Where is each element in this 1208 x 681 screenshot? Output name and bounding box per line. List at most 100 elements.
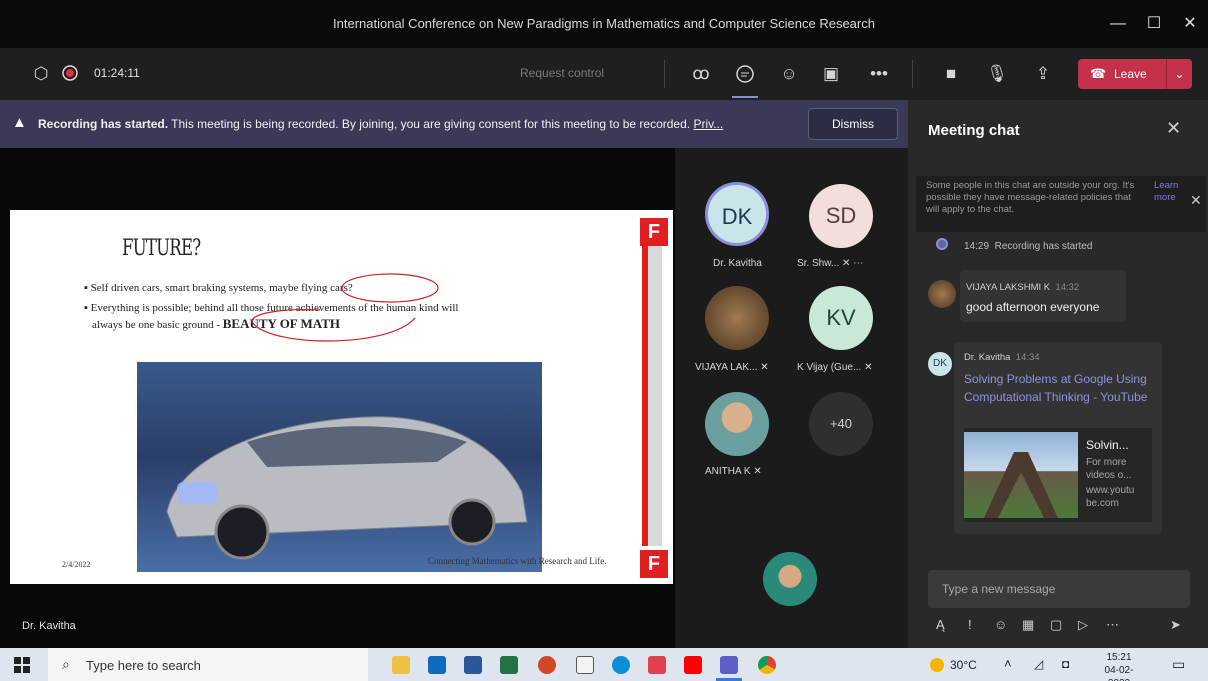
- volume-icon[interactable]: ◘: [1062, 657, 1069, 671]
- maximize-icon[interactable]: ☐: [1142, 12, 1166, 36]
- temperature[interactable]: 30°C: [950, 658, 977, 672]
- gif-icon[interactable]: ▦: [1022, 617, 1034, 633]
- title-bar: International Conference on New Paradigm…: [0, 0, 1208, 48]
- learn-more-link[interactable]: Learn more: [1154, 180, 1186, 204]
- close-chat-icon[interactable]: ✕: [1166, 118, 1181, 139]
- system-text: Recording has started: [994, 241, 1093, 252]
- format-icon[interactable]: Ą: [936, 617, 945, 632]
- powerpoint-icon[interactable]: [538, 656, 556, 674]
- notice-text: Some people in this chat are outside you…: [926, 180, 1135, 215]
- close-notice-icon[interactable]: ✕: [1190, 192, 1202, 209]
- avatar[interactable]: SD: [809, 184, 873, 248]
- link-preview-card[interactable]: Solvin... For more videos o... www.youtu…: [964, 428, 1152, 522]
- chat-icon[interactable]: [732, 61, 758, 87]
- message-link[interactable]: Solving Problems at Google Using Computa…: [964, 370, 1156, 406]
- window-title: International Conference on New Paradigm…: [333, 16, 875, 31]
- clock[interactable]: 15:21 04-02-2022: [1094, 651, 1144, 681]
- participant-name: Sr. Shw... ✕ ⋯: [797, 258, 863, 269]
- chat-message: Dr. Kavitha 14:34 Solving Problems at Go…: [954, 342, 1162, 534]
- excel-icon[interactable]: [500, 656, 518, 674]
- phone-hangup-icon: ☎: [1090, 66, 1107, 81]
- avatar[interactable]: [705, 286, 769, 350]
- priority-icon[interactable]: !: [968, 617, 972, 632]
- sticker-icon[interactable]: ▢: [1050, 617, 1062, 633]
- request-control-button[interactable]: Request control: [520, 66, 604, 80]
- avatar[interactable]: DK: [705, 182, 769, 246]
- concept-car-image: [137, 362, 542, 572]
- close-window-icon[interactable]: ✕: [1178, 12, 1202, 36]
- more-participants-badge[interactable]: +40: [809, 392, 873, 456]
- windows-taskbar: ⌕ Type here to search 30°C ˄ ◿ ◘ 15:21 0…: [0, 648, 1208, 681]
- participants-gallery: DK Dr. Kavitha SD Sr. Shw... ✕ ⋯ VIJAYA …: [675, 148, 908, 648]
- news-icon[interactable]: [648, 656, 666, 674]
- preview-title: Solvin...: [1086, 438, 1129, 452]
- meeting-toolbar: ⬡ 01:24:11 Request control ꝏ ☺ ▣ ••• ■ 🎙…: [0, 48, 1208, 100]
- banner-bold: Recording has started.: [38, 117, 169, 131]
- banner-body: This meeting is being recorded. By joini…: [171, 117, 691, 131]
- dismiss-button[interactable]: Dismiss: [808, 108, 898, 140]
- send-icon[interactable]: ➤: [1170, 617, 1181, 633]
- network-icon[interactable]: ◿: [1034, 657, 1043, 671]
- participant-name-text: ANITHA K: [705, 466, 751, 477]
- reactions-icon[interactable]: ☺: [776, 61, 802, 87]
- teams-icon[interactable]: [720, 656, 738, 674]
- toolbar-divider: [664, 60, 665, 88]
- slide-footer: Connecting Mathematics with Research and…: [428, 556, 607, 566]
- avatar[interactable]: KV: [809, 286, 873, 350]
- more-actions-icon[interactable]: ⋯: [1106, 617, 1119, 633]
- clock-time: 15:21: [1106, 652, 1132, 663]
- participant-name-text: K Vijay (Gue...: [797, 362, 862, 373]
- praise-icon[interactable]: ▷: [1078, 617, 1088, 633]
- message-header: VIJAYA LAKSHMI K 14:32: [966, 282, 1079, 293]
- shared-slide: FUTURE? ▪ Self driven cars, smart brakin…: [10, 210, 673, 584]
- message-time: 14:34: [1015, 352, 1040, 363]
- people-icon[interactable]: ꝏ: [688, 61, 714, 87]
- wordpad-icon[interactable]: [576, 656, 594, 674]
- edge-icon[interactable]: [612, 656, 630, 674]
- weather-icon[interactable]: [930, 658, 944, 672]
- chevron-up-icon[interactable]: ˄: [1004, 656, 1012, 671]
- mic-off-icon: ✕: [753, 466, 762, 477]
- word-icon[interactable]: [464, 656, 482, 674]
- youtube-icon[interactable]: [684, 656, 702, 674]
- leave-options-chevron-icon[interactable]: ⌄: [1166, 59, 1192, 89]
- share-icon[interactable]: ⇪: [1030, 61, 1056, 87]
- taskbar-search-box[interactable]: ⌕ Type here to search: [48, 648, 368, 681]
- leave-button[interactable]: ☎ Leave ⌄: [1078, 59, 1192, 89]
- more-icon[interactable]: ⋯: [853, 258, 863, 269]
- notifications-icon[interactable]: ▭: [1172, 656, 1185, 673]
- self-view-avatar[interactable]: [763, 552, 817, 606]
- participant-name: VIJAYA LAK... ✕: [695, 362, 769, 373]
- avatar[interactable]: [705, 392, 769, 456]
- message-author: VIJAYA LAKSHMI K: [966, 282, 1051, 293]
- camera-off-icon[interactable]: ■: [938, 61, 964, 87]
- emoji-icon[interactable]: ☺: [994, 617, 1007, 632]
- chat-message: VIJAYA LAKSHMI K 14:32 good afternoon ev…: [960, 270, 1126, 322]
- outlook-icon[interactable]: [428, 656, 446, 674]
- file-explorer-icon[interactable]: [392, 656, 410, 674]
- more-options-icon[interactable]: •••: [866, 61, 892, 87]
- privacy-link[interactable]: Priv...: [693, 117, 723, 131]
- conference-logo-icon: F: [640, 550, 668, 578]
- system-time: 14:29: [964, 241, 990, 252]
- windows-start-icon[interactable]: [14, 657, 30, 673]
- composer-placeholder: Type a new message: [942, 582, 1056, 596]
- message-text: good afternoon everyone: [966, 300, 1100, 314]
- rooms-icon[interactable]: ▣: [818, 61, 844, 87]
- banner-text: Recording has started. This meeting is b…: [38, 117, 723, 131]
- participant-name: K Vijay (Gue... ✕: [797, 362, 872, 373]
- chat-active-indicator: [732, 96, 758, 98]
- external-org-notice: Some people in this chat are outside you…: [916, 176, 1206, 232]
- conference-logo-icon: F: [640, 218, 668, 246]
- message-header: Dr. Kavitha 14:34: [964, 352, 1040, 363]
- leave-label: Leave: [1114, 67, 1147, 81]
- participant-name-text: VIJAYA LAK...: [695, 362, 758, 373]
- minimize-icon[interactable]: —: [1106, 12, 1130, 36]
- warning-icon: ▲: [12, 114, 27, 131]
- mic-off-icon: ✕: [864, 362, 873, 373]
- meeting-timer: 01:24:11: [94, 66, 140, 80]
- mic-off-icon[interactable]: 🎙: [984, 61, 1010, 87]
- avatar: [928, 280, 956, 308]
- message-composer[interactable]: Type a new message: [928, 570, 1190, 608]
- chrome-icon[interactable]: [758, 656, 776, 674]
